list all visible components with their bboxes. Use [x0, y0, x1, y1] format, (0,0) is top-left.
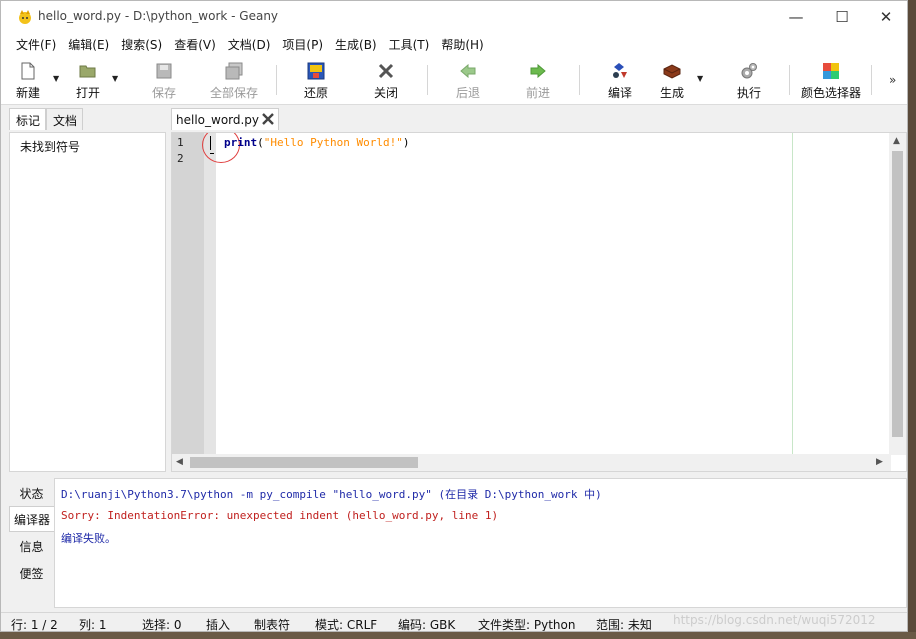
tab-hello-word-py[interactable]: hello_word.py: [171, 108, 279, 130]
desktop-background: [908, 0, 916, 639]
vertical-scrollbar[interactable]: ▲: [889, 133, 906, 455]
menu-bar: 文件(F) 编辑(E) 搜索(S) 查看(V) 文档(D) 项目(P) 生成(B…: [1, 33, 907, 55]
no-symbols-text: 未找到符号: [20, 140, 81, 154]
status-line: 行: 1 / 2: [11, 618, 58, 632]
horizontal-scrollbar[interactable]: ◀ ▶: [172, 454, 891, 471]
compile-button[interactable]: 编译: [605, 57, 635, 101]
tab-documents[interactable]: 文档: [46, 108, 84, 130]
build-brick-icon: [662, 61, 682, 81]
status-selection: 选择: 0: [142, 618, 182, 632]
open-dropdown-icon[interactable]: ▼: [112, 74, 118, 83]
line-number: 2: [177, 152, 184, 165]
minimize-button[interactable]: —: [773, 1, 819, 33]
code-editor[interactable]: 1 2 print("Hello Python World!") ▲ ◀ ▶: [171, 132, 907, 472]
tab-compiler[interactable]: 编译器: [9, 506, 54, 532]
toolbar: 新建 ▼ 打开 ▼ 保存 全部保存 还原 关闭 后退 前进 编译 生成 ▼ 执行…: [1, 55, 907, 105]
status-insert-mode: 插入: [206, 618, 231, 632]
status-filetype: 文件类型: Python: [478, 618, 576, 632]
close-icon: [376, 61, 396, 81]
menu-edit[interactable]: 编辑(E): [61, 33, 114, 55]
toolbar-separator: [427, 65, 428, 95]
menu-document[interactable]: 文档(D): [221, 33, 276, 55]
tab-status[interactable]: 状态: [9, 480, 54, 506]
desktop-background: [0, 632, 916, 639]
save-all-icon: [224, 61, 244, 81]
window-title: hello_word.py - D:\python_work - Geany: [38, 9, 279, 23]
build-button[interactable]: 生成: [657, 57, 687, 101]
compile-icon: [610, 61, 630, 81]
tab-messages[interactable]: 信息: [9, 533, 54, 559]
new-file-icon: [18, 61, 38, 81]
menu-project[interactable]: 项目(P): [275, 33, 328, 55]
open-button[interactable]: 打开: [73, 57, 103, 101]
color-picker-button[interactable]: 颜色选择器: [799, 57, 863, 101]
line-number-gutter: 1 2: [172, 133, 204, 455]
menu-search[interactable]: 搜索(S): [114, 33, 167, 55]
menu-file[interactable]: 文件(F): [9, 33, 61, 55]
sidebar-tabs: 标记 文档: [9, 108, 166, 130]
back-button[interactable]: 后退: [453, 57, 483, 101]
toolbar-overflow-button[interactable]: »: [889, 73, 896, 87]
arrow-right-icon: [528, 61, 548, 81]
toolbar-separator: [871, 65, 872, 95]
new-dropdown-icon[interactable]: ▼: [53, 74, 59, 83]
menu-help[interactable]: 帮助(H): [434, 33, 488, 55]
close-window-button[interactable]: ✕: [863, 1, 907, 33]
code-paren: ): [402, 136, 410, 149]
code-string: "Hello Python World!": [263, 136, 403, 149]
scroll-up-icon[interactable]: ▲: [893, 136, 900, 146]
compiler-output: D:\ruanji\Python3.7\python -m py_compile…: [54, 478, 907, 608]
code-paren: (: [257, 136, 264, 149]
save-button[interactable]: 保存: [149, 57, 179, 101]
color-palette-icon: [821, 61, 841, 81]
compile-error-line[interactable]: Sorry: IndentationError: unexpected inde…: [61, 509, 498, 522]
status-indent: 制表符: [254, 618, 291, 632]
menu-tools[interactable]: 工具(T): [382, 33, 435, 55]
folder-open-icon: [78, 61, 98, 81]
doc-tab-label: hello_word.py: [176, 113, 260, 127]
symbol-list: 未找到符号: [9, 132, 166, 472]
code-line-1: print("Hello Python World!"): [224, 136, 409, 149]
forward-button[interactable]: 前进: [523, 57, 553, 101]
status-column: 列: 1: [79, 618, 107, 632]
save-icon: [154, 61, 174, 81]
scroll-right-icon[interactable]: ▶: [876, 457, 883, 467]
status-eol: 模式: CRLF: [315, 618, 378, 632]
line-number: 1: [177, 136, 184, 149]
execute-button[interactable]: 执行: [734, 57, 764, 101]
code-keyword: print: [224, 136, 258, 149]
gears-icon: [739, 61, 759, 81]
watermark: https://blog.csdn.net/wuqi572012: [673, 613, 876, 627]
long-line-marker: [792, 133, 793, 455]
new-button[interactable]: 新建: [13, 57, 43, 101]
status-scope: 范围: 未知: [596, 618, 652, 632]
compile-command-line: D:\ruanji\Python3.7\python -m py_compile…: [61, 488, 602, 501]
revert-icon: [306, 61, 326, 81]
arrow-left-icon: [458, 61, 478, 81]
menu-build[interactable]: 生成(B): [328, 33, 382, 55]
revert-button[interactable]: 还原: [301, 57, 331, 101]
scroll-left-icon[interactable]: ◀: [176, 457, 183, 467]
sidebar: 标记 文档 未找到符号: [9, 108, 166, 472]
geany-window: hello_word.py - D:\python_work - Geany —…: [0, 0, 908, 632]
geany-icon: [19, 10, 31, 24]
close-tab-icon[interactable]: [261, 112, 275, 126]
tab-scribble[interactable]: 便签: [9, 560, 54, 586]
toolbar-separator: [579, 65, 580, 95]
title-bar: hello_word.py - D:\python_work - Geany —…: [1, 1, 907, 33]
close-doc-button[interactable]: 关闭: [371, 57, 401, 101]
menu-view[interactable]: 查看(V): [167, 33, 221, 55]
status-encoding: 编码: GBK: [398, 618, 456, 632]
maximize-button[interactable]: ☐: [819, 1, 865, 33]
message-window-tabs: 状态 编译器 信息 便签: [9, 478, 54, 608]
toolbar-separator: [789, 65, 790, 95]
horizontal-scroll-thumb[interactable]: [190, 457, 418, 468]
toolbar-separator: [276, 65, 277, 95]
fold-margin: [204, 133, 216, 455]
build-dropdown-icon[interactable]: ▼: [697, 74, 703, 83]
tab-symbols[interactable]: 标记: [9, 108, 47, 130]
vertical-scroll-thumb[interactable]: [892, 151, 903, 437]
compile-result-line: 编译失败。: [61, 532, 116, 545]
save-all-button[interactable]: 全部保存: [208, 57, 260, 101]
